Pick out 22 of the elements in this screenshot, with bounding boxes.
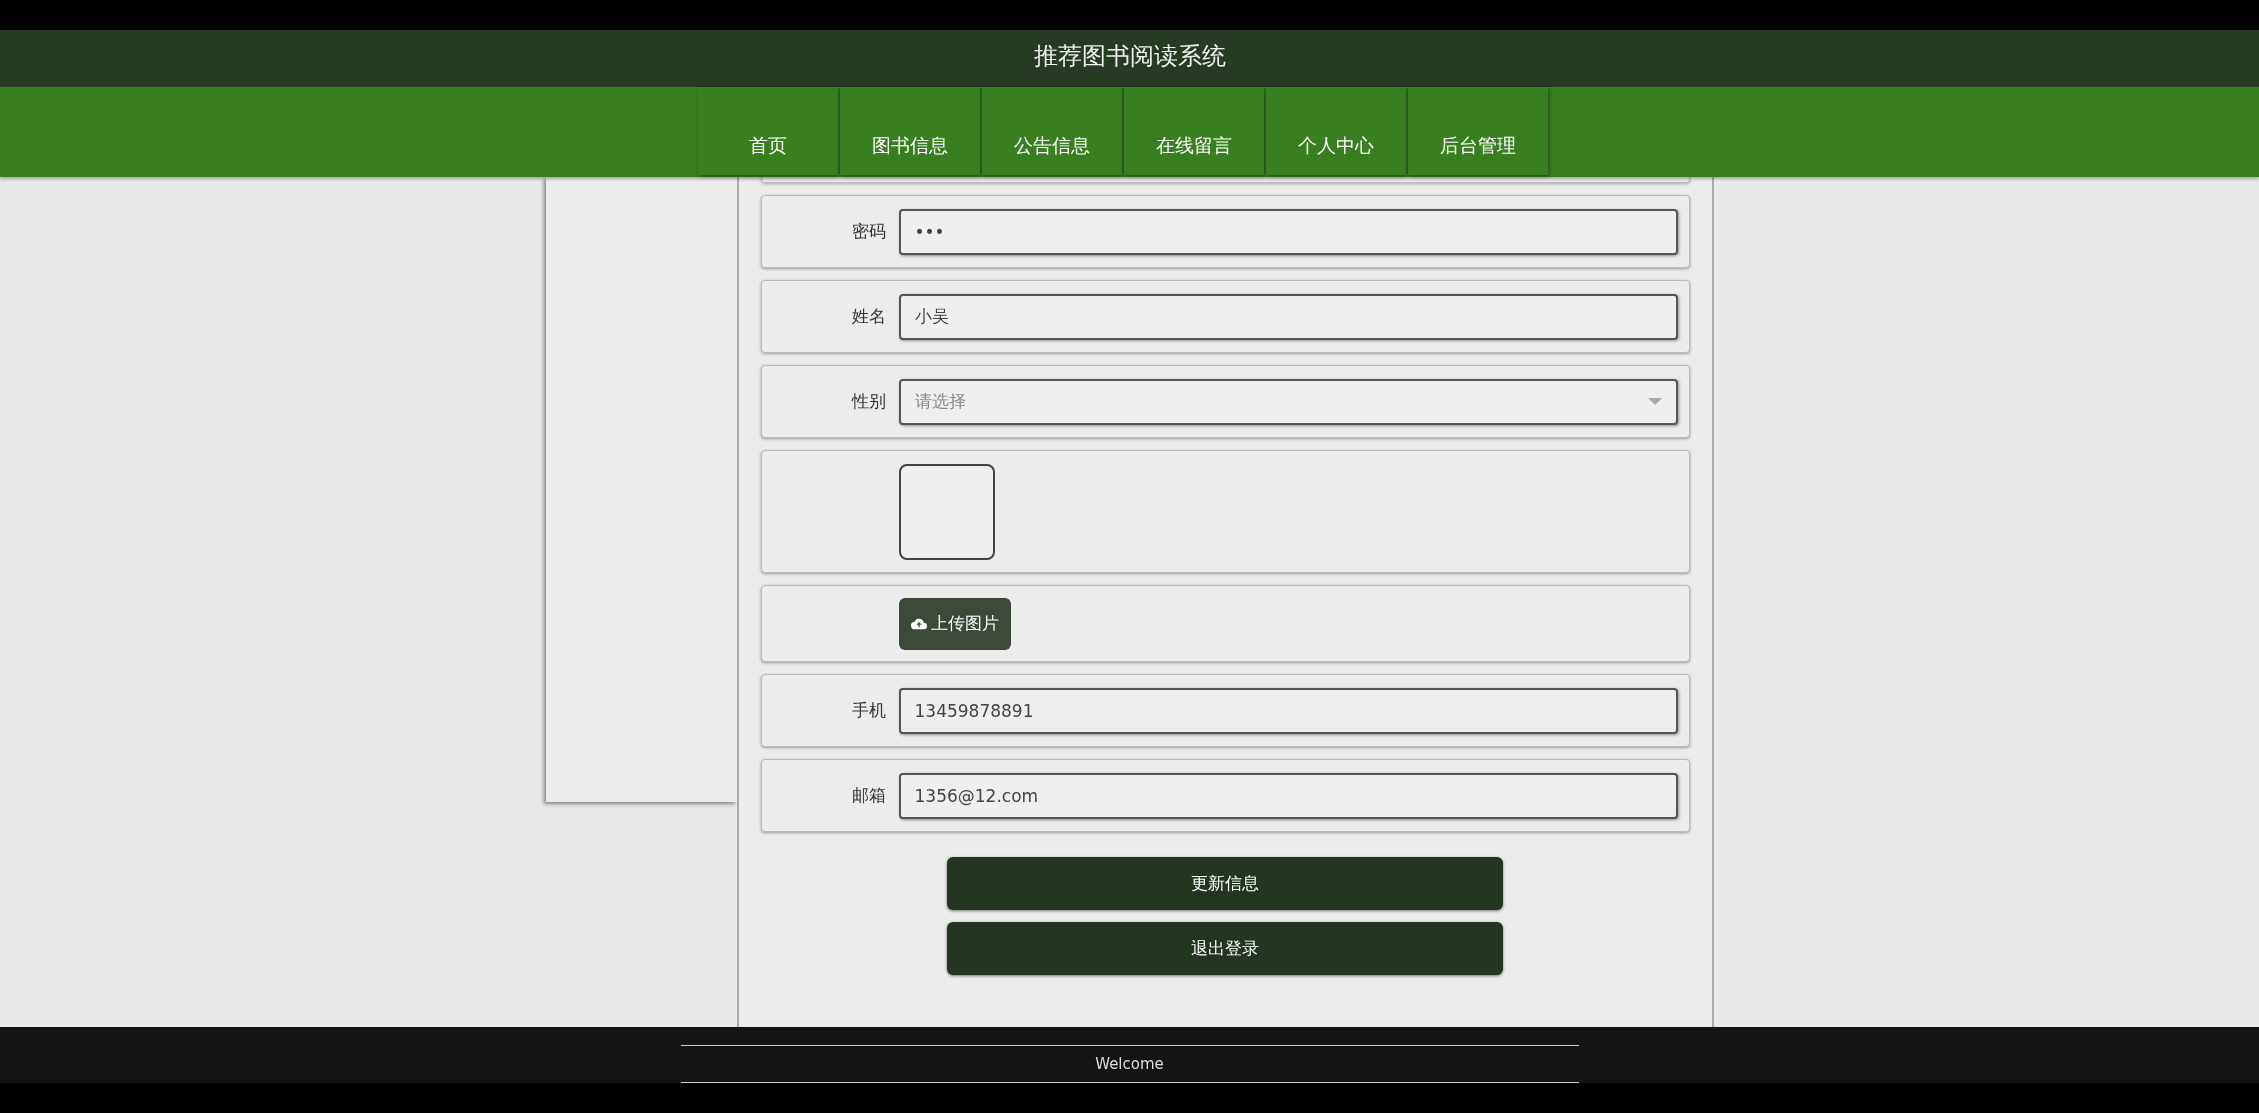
caret-icon [1647,398,1662,405]
nav-link[interactable]: 后台管理 [1408,87,1548,175]
input-field[interactable]: 小吴 [898,293,1678,340]
nav-link[interactable]: 在线留言 [1124,87,1264,175]
field-label: 性别 [851,391,886,411]
nav-link[interactable]: 公告信息 [982,87,1122,175]
nav-link[interactable]: 首页 [698,87,838,175]
footer-text: Welcome [1095,1055,1164,1073]
field-label: 密码 [851,221,886,241]
nav-link[interactable]: 图书信息 [840,87,980,175]
nav-link[interactable]: 个人中心 [1266,87,1406,175]
input-field[interactable]: ••• [898,208,1678,255]
action-button[interactable]: 退出登录 [947,922,1503,975]
site-title: 推荐图书阅读系统 [1033,40,1226,72]
cloud-upload-icon [910,617,927,630]
input-field[interactable]: 13459878891 [898,687,1678,734]
field-label: 姓名 [851,306,886,326]
input-field[interactable]: 1356@12.com [898,772,1678,819]
field-label: 手机 [851,700,886,720]
field-label: 邮箱 [851,785,886,805]
upload-button[interactable]: 上传图片 [898,597,1011,650]
action-button[interactable]: 更新信息 [947,857,1503,910]
